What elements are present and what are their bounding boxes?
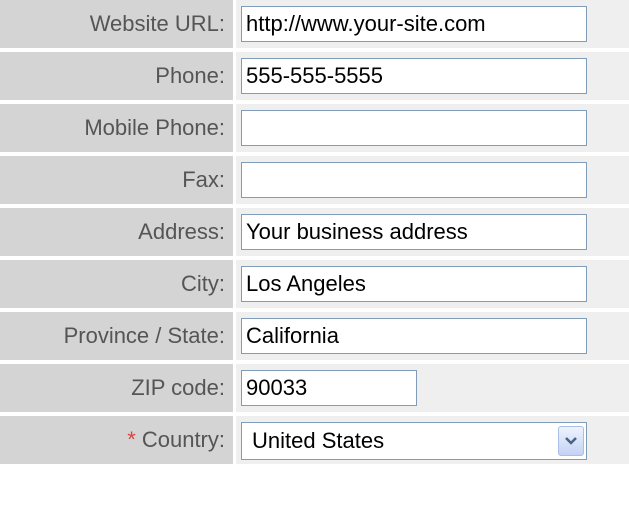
website-url-label: Website URL: [89,11,225,36]
label-cell: Fax: [0,156,233,204]
province-state-input[interactable]: California [241,318,587,354]
zip-code-input[interactable]: 90033 [241,370,417,406]
address-input[interactable]: Your business address [241,214,587,250]
field-cell: Your business address [236,208,629,256]
label-cell: Website URL: [0,0,233,48]
label-cell: ZIP code: [0,364,233,412]
province-state-label: Province / State: [63,323,225,348]
label-cell: City: [0,260,233,308]
country-label: Country: [141,427,225,452]
label-cell: * Country: [0,416,233,464]
city-input[interactable]: Los Angeles [241,266,587,302]
row-city: City: Los Angeles [0,260,629,312]
country-select[interactable]: United States [241,422,587,460]
field-cell [236,156,629,204]
row-zip-code: ZIP code: 90033 [0,364,629,416]
address-label: Address: [138,219,225,244]
phone-input[interactable]: 555-555-5555 [241,58,587,94]
chevron-down-icon[interactable] [558,426,584,456]
contact-form: Website URL: http://www.your-site.com Ph… [0,0,629,525]
row-phone: Phone: 555-555-5555 [0,52,629,104]
label-cell: Mobile Phone: [0,104,233,152]
field-cell: 90033 [236,364,629,412]
field-cell [236,104,629,152]
row-mobile-phone: Mobile Phone: [0,104,629,156]
country-selected-value: United States [252,428,385,453]
fax-input[interactable] [241,162,587,198]
country-label-wrap: * Country: [127,427,225,453]
website-url-input[interactable]: http://www.your-site.com [241,6,587,42]
city-label: City: [181,271,225,296]
row-fax: Fax: [0,156,629,208]
mobile-phone-label: Mobile Phone: [84,115,225,140]
required-marker: * [127,427,136,452]
row-country: * Country: United States [0,416,629,468]
row-website-url: Website URL: http://www.your-site.com [0,0,629,52]
field-cell: Los Angeles [236,260,629,308]
phone-label: Phone: [155,63,225,88]
label-cell: Province / State: [0,312,233,360]
mobile-phone-input[interactable] [241,110,587,146]
field-cell: United States [236,416,629,464]
field-cell: 555-555-5555 [236,52,629,100]
row-province-state: Province / State: California [0,312,629,364]
fax-label: Fax: [182,167,225,192]
zip-code-label: ZIP code: [131,375,225,400]
field-cell: California [236,312,629,360]
field-cell: http://www.your-site.com [236,0,629,48]
label-cell: Address: [0,208,233,256]
label-cell: Phone: [0,52,233,100]
row-address: Address: Your business address [0,208,629,260]
